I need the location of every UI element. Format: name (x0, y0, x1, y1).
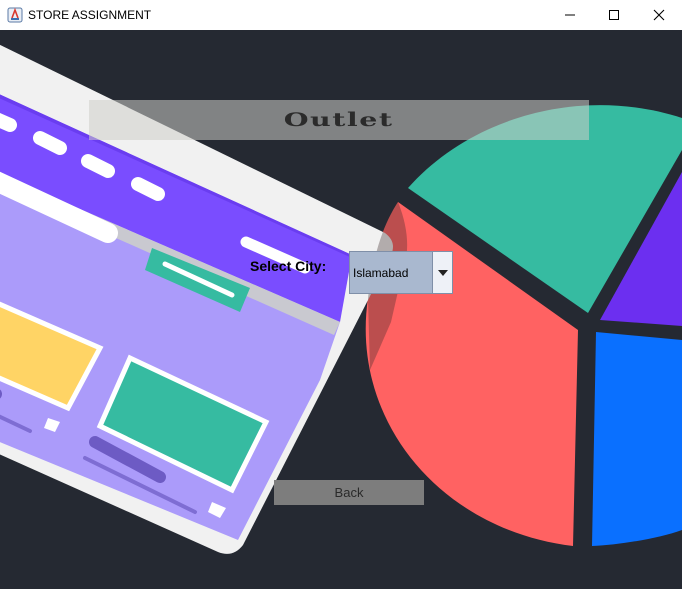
page-title: Outlet (284, 109, 394, 131)
city-dropdown[interactable]: Islamabad (349, 251, 453, 294)
minimize-button[interactable] (547, 0, 593, 30)
maximize-icon (609, 10, 619, 20)
title-bar: STORE ASSIGNMENT (0, 0, 682, 30)
city-dropdown-value: Islamabad (353, 266, 409, 280)
close-button[interactable] (636, 0, 682, 30)
back-button[interactable]: Back (274, 480, 424, 505)
dropdown-arrow-button[interactable] (432, 252, 452, 293)
select-city-label: Select City: (250, 258, 327, 274)
app-icon (7, 7, 23, 23)
minimize-icon (565, 14, 575, 16)
outlet-banner: Outlet (89, 100, 589, 140)
window-title: STORE ASSIGNMENT (28, 8, 152, 22)
dropdown-arrow-icon (437, 269, 448, 276)
close-icon (653, 9, 665, 21)
maximize-button[interactable] (591, 0, 637, 30)
main-panel: Outlet Select City: Islamabad Back (0, 30, 682, 589)
